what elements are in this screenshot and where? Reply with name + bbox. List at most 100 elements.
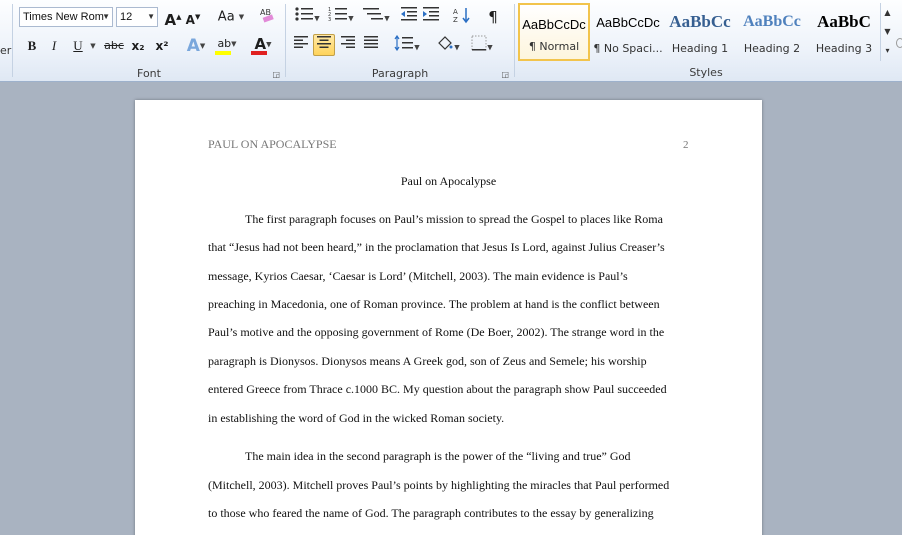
text-line: Paul’s motive and the opposing governmen… <box>208 325 665 339</box>
superscript-button[interactable]: x² <box>152 35 172 57</box>
align-right-button[interactable] <box>338 35 358 57</box>
text-line: preaching in Macedonia, one of Roman pro… <box>208 297 660 311</box>
clear-formatting-icon[interactable]: AB <box>258 5 278 27</box>
paragraph-group-label: Paragraph <box>371 67 429 80</box>
ribbon: er Times New Rom ▼ 12 ▼ A▲ A▼ Aa ▼ AB B … <box>0 0 902 82</box>
justify-button[interactable] <box>361 35 381 57</box>
font-group-label: Font <box>137 67 161 80</box>
style-normal[interactable]: AaBbCcDc ¶ Normal <box>518 3 590 61</box>
borders-icon <box>471 35 487 51</box>
decrease-indent-icon <box>401 7 417 21</box>
style-name: Heading 2 <box>743 42 801 55</box>
clipped-group-label: er <box>0 44 12 57</box>
multilevel-list-button[interactable]: ▼ <box>359 6 393 28</box>
align-center-icon <box>317 36 331 48</box>
underline-button[interactable]: U <box>69 35 87 57</box>
style-heading-3[interactable]: AaBbC Heading 3 <box>808 3 880 61</box>
style-preview: AaBbCcDc <box>522 17 586 32</box>
font-color-button[interactable]: A▼ <box>248 33 278 55</box>
strikethrough-button[interactable]: abc <box>102 35 126 57</box>
chevron-down-icon[interactable]: ▼ <box>881 22 894 41</box>
sort-icon: AZ <box>453 8 470 24</box>
style-no-spacing[interactable]: AaBbCcDc ¶ No Spaci... <box>592 3 664 61</box>
svg-text:3: 3 <box>328 17 331 22</box>
style-heading-1[interactable]: AaBbCc Heading 1 <box>664 3 736 61</box>
font-name-combo[interactable]: Times New Rom ▼ <box>19 7 113 27</box>
sort-button[interactable]: AZ <box>451 6 473 28</box>
italic-button[interactable]: I <box>45 35 63 57</box>
page-number: 2 <box>683 139 689 151</box>
bullets-button[interactable]: ▼ <box>291 6 323 28</box>
highlight-icon: ab <box>217 37 232 50</box>
style-preview: AaBbCcDc <box>596 15 660 30</box>
styles-gallery: AaBbCcDc ¶ Normal AaBbCcDc ¶ No Spaci...… <box>518 3 878 61</box>
style-name: ¶ Normal <box>528 40 580 53</box>
font-size-combo[interactable]: 12 ▼ <box>116 7 158 27</box>
change-case-button[interactable]: Aa ▼ <box>217 6 245 28</box>
document-page[interactable]: PAUL ON APOCALYPSE 2 Paul on Apocalypse … <box>135 100 762 535</box>
style-preview: AaBbC <box>817 12 871 31</box>
chevron-up-icon[interactable]: ▲ <box>881 3 894 22</box>
text-line: (Mitchell, 2003). Mitchell proves Paul’s… <box>208 478 670 492</box>
paragraph-group: ▼ 1 2 3 ▼ ▼ AZ ¶ ▼ ▼ ▼ Paragraph ◲ <box>287 0 513 82</box>
align-center-button[interactable] <box>313 34 335 56</box>
line-spacing-button[interactable]: ▼ <box>391 34 423 57</box>
gallery-scroller: ▲ ▼ ▾ <box>880 3 894 61</box>
text-line: The first paragraph focuses on Paul’s mi… <box>245 212 663 226</box>
subscript-button[interactable]: x₂ <box>128 35 148 57</box>
paint-bucket-icon <box>438 36 453 50</box>
show-marks-button[interactable]: ¶ <box>483 6 503 28</box>
text-line: that “Jesus had not been heard,” in the … <box>208 240 665 254</box>
group-separator <box>514 4 515 77</box>
align-left-button[interactable] <box>291 35 311 57</box>
style-preview: AaBbCc <box>743 13 801 30</box>
increase-indent-button[interactable] <box>421 6 441 28</box>
svg-text:Z: Z <box>453 16 458 24</box>
bullets-icon <box>295 7 314 21</box>
style-heading-2[interactable]: AaBbCc Heading 2 <box>736 3 808 61</box>
justify-icon <box>364 36 378 48</box>
grow-font-button[interactable]: A▲ <box>164 6 182 29</box>
style-name: Heading 1 <box>671 42 729 55</box>
align-right-icon <box>341 36 355 48</box>
gallery-more-icon[interactable]: ▾ <box>881 41 894 60</box>
font-group: Times New Rom ▼ 12 ▼ A▲ A▼ Aa ▼ AB B I U… <box>14 0 284 82</box>
chevron-down-icon[interactable]: ▼ <box>102 8 110 26</box>
multilevel-list-icon <box>363 8 384 20</box>
numbering-icon: 123 <box>328 7 348 23</box>
shrink-font-button[interactable]: A▼ <box>184 6 202 28</box>
group-separator <box>285 4 286 77</box>
highlight-button[interactable]: ab▼ <box>212 33 242 55</box>
style-preview: AaBbCc <box>669 12 731 31</box>
font-size-value: 12 <box>120 11 133 23</box>
dialog-launcher-icon[interactable]: ◲ <box>272 70 280 79</box>
text-line: in establishing the word of God in the w… <box>208 411 505 425</box>
text-line: paragraph is Dionysos. Dionysos means A … <box>208 354 647 368</box>
style-name: ¶ No Spaci... <box>593 42 663 55</box>
underline-dropdown[interactable]: ▼ <box>87 35 99 57</box>
decrease-indent-button[interactable] <box>399 6 419 28</box>
clipped-control-icon[interactable] <box>896 38 902 48</box>
line-spacing-icon <box>394 34 414 52</box>
highlight-color-bar <box>215 51 231 55</box>
text-effects-button[interactable]: A▼ <box>182 35 210 57</box>
text-line: message, Kyrios Caesar, ‘Caesar is Lord’… <box>208 269 628 283</box>
align-left-icon <box>294 36 308 48</box>
font-name-value: Times New Rom <box>23 11 104 23</box>
dialog-launcher-icon[interactable]: ◲ <box>501 70 509 79</box>
shading-button[interactable]: ▼ <box>433 35 463 57</box>
text-line: to those who feared the name of God. The… <box>208 506 654 520</box>
svg-text:A: A <box>453 8 458 16</box>
group-separator <box>12 4 13 77</box>
document-title: Paul on Apocalypse <box>400 174 497 188</box>
running-head: PAUL ON APOCALYPSE <box>208 137 337 151</box>
style-name: Heading 3 <box>815 42 873 55</box>
borders-button[interactable]: ▼ <box>467 35 497 57</box>
font-color-bar <box>251 51 267 55</box>
increase-indent-icon <box>423 7 439 21</box>
chevron-down-icon[interactable]: ▼ <box>147 8 155 26</box>
text-line: entered Greece from Thrace c.1000 BC. My… <box>208 382 667 396</box>
text-line: The main idea in the second paragraph is… <box>245 449 631 463</box>
numbering-button[interactable]: 1 2 3 ▼ <box>325 6 357 28</box>
bold-button[interactable]: B <box>23 35 41 57</box>
